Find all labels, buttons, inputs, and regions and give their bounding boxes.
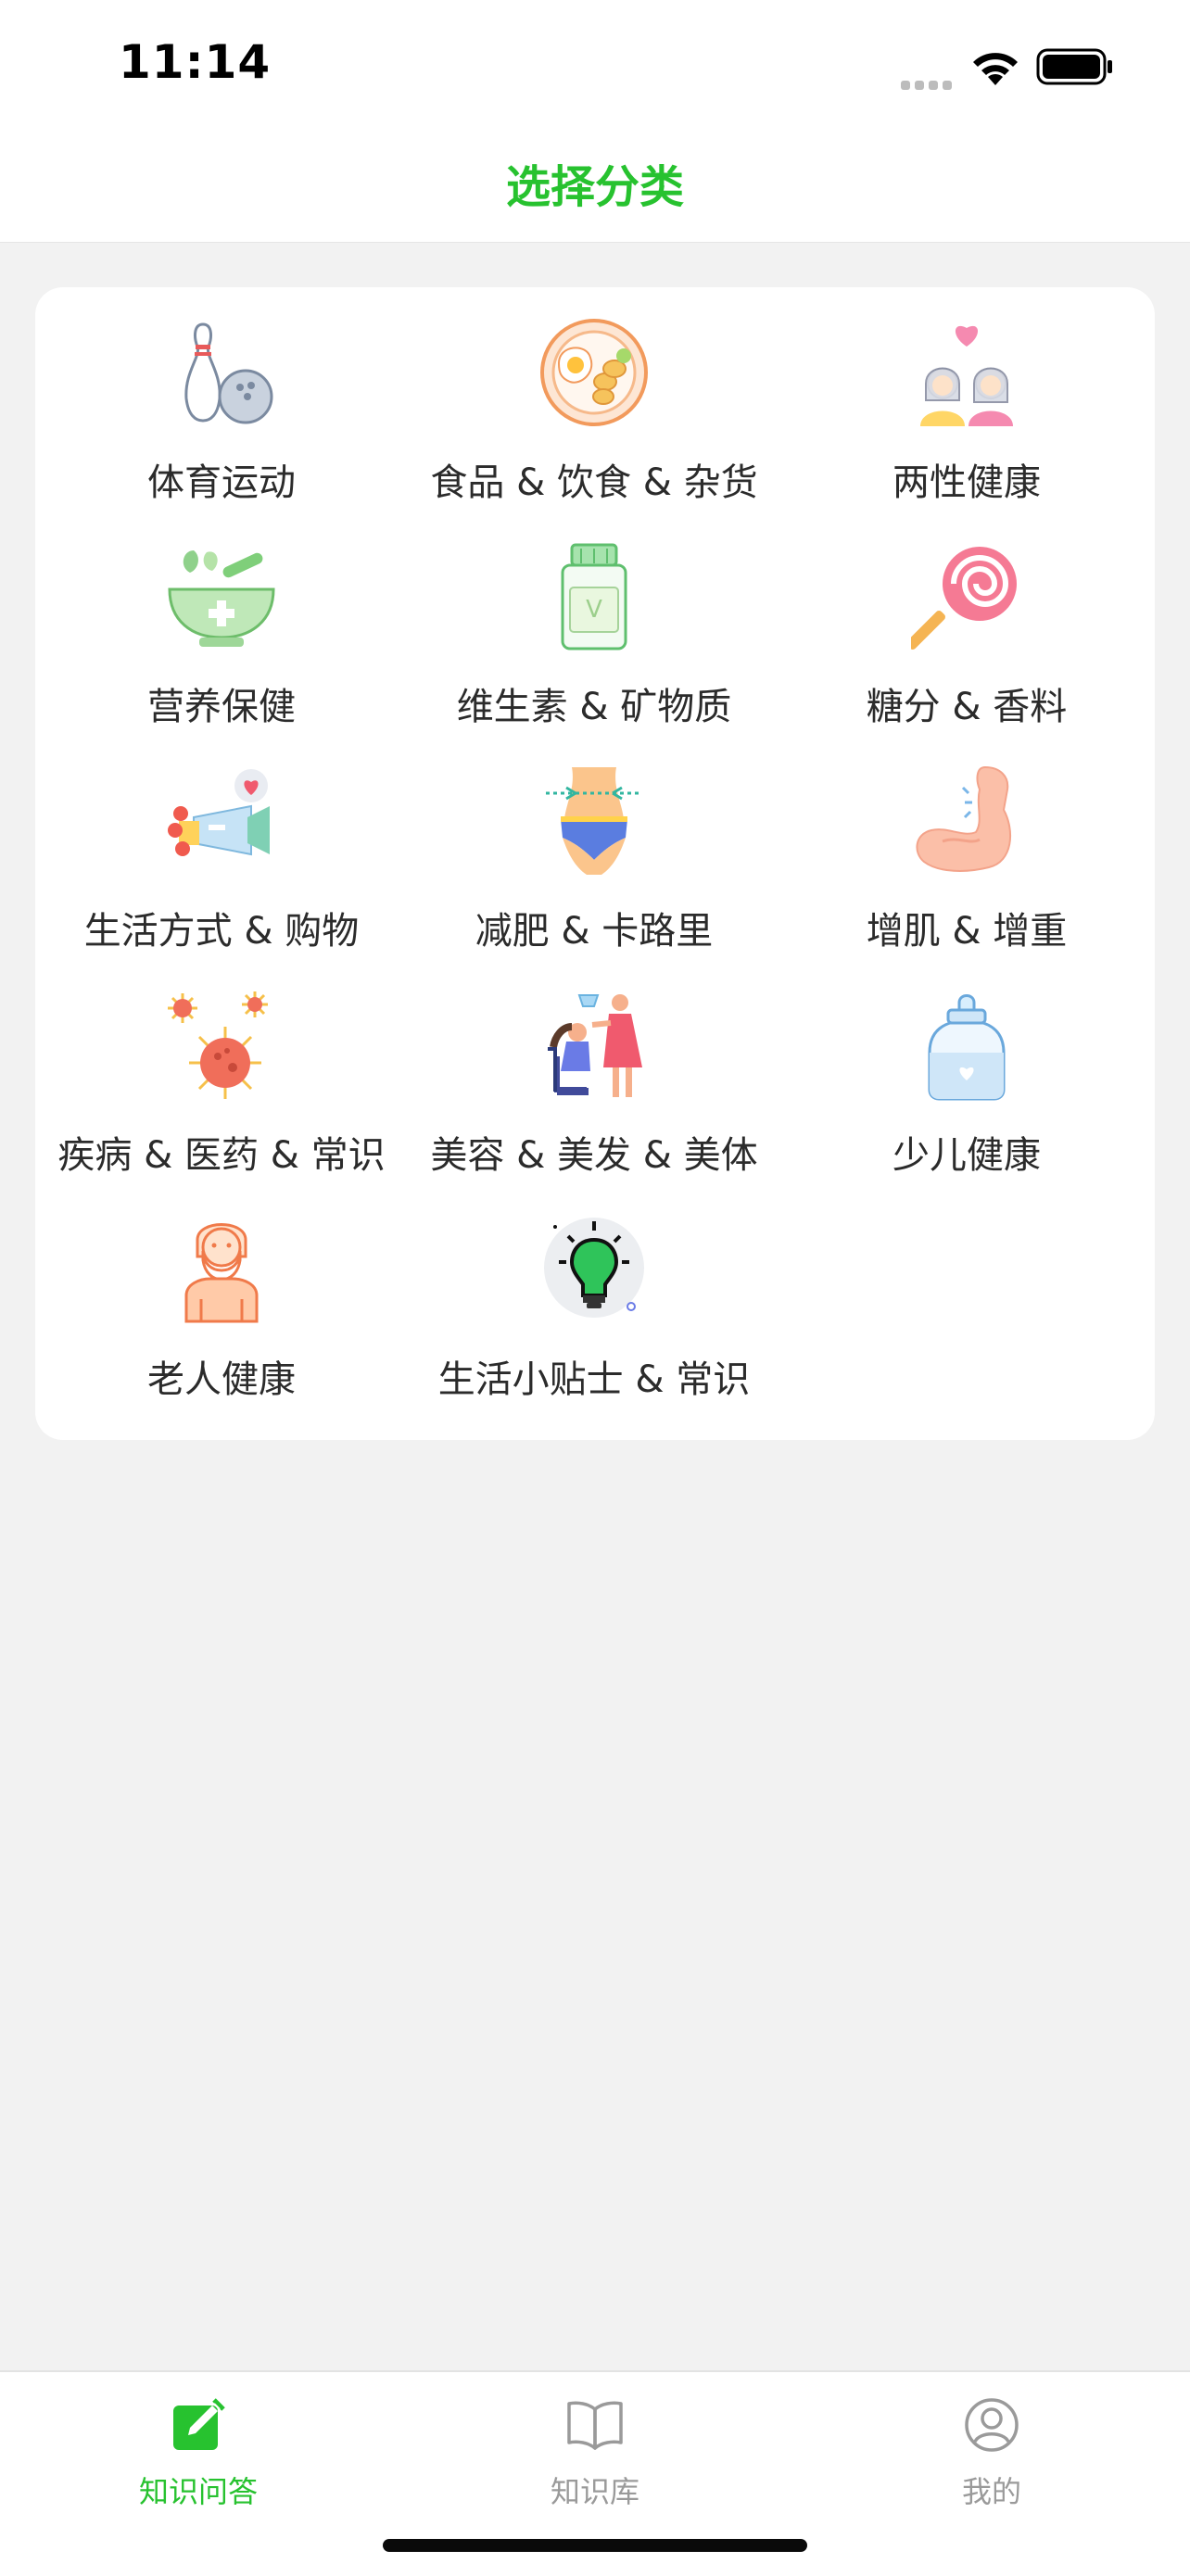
- couple-heart-icon: [911, 317, 1022, 428]
- category-children[interactable]: 少儿健康: [780, 960, 1153, 1179]
- status-time: 11:14: [119, 35, 272, 89]
- category-elderly[interactable]: 老人健康: [35, 1184, 408, 1403]
- cellular-signal-icon: [901, 72, 956, 90]
- lightbulb-icon: [538, 1214, 650, 1325]
- category-label: 老人健康: [147, 1358, 296, 1401]
- category-beauty[interactable]: 美容 & 美发 & 美体: [408, 960, 780, 1179]
- category-label: 糖分 & 香料: [866, 686, 1068, 728]
- breakfast-plate-icon: [538, 317, 650, 428]
- old-man-icon: [166, 1214, 277, 1325]
- svg-text:V: V: [586, 596, 602, 624]
- category-label: 两性健康: [892, 461, 1041, 504]
- baby-bottle-icon: [911, 990, 1022, 1101]
- muscle-arm-icon: [911, 765, 1022, 877]
- tab-label: 我的: [961, 2474, 1021, 2509]
- category-sugar-spice[interactable]: 糖分 & 香料: [780, 511, 1153, 730]
- virus-icon: [166, 990, 277, 1101]
- waist-measure-icon: [538, 765, 650, 877]
- tab-label: 知识问答: [138, 2474, 258, 2509]
- hair-salon-icon: [538, 990, 650, 1101]
- category-label: 食品 & 饮食 & 杂货: [430, 461, 758, 504]
- category-life-tips[interactable]: 生活小贴士 & 常识: [408, 1184, 780, 1403]
- category-lifestyle[interactable]: 生活方式 & 购物: [35, 736, 408, 954]
- category-label: 疾病 & 医药 & 常识: [57, 1134, 386, 1177]
- bowling-icon: [166, 317, 277, 428]
- category-label: 生活小贴士 & 常识: [437, 1358, 751, 1401]
- category-food[interactable]: 食品 & 饮食 & 杂货: [408, 287, 780, 506]
- lollipop-icon: [911, 541, 1022, 652]
- home-indicator[interactable]: [383, 2539, 807, 2552]
- category-sports[interactable]: 体育运动: [35, 287, 408, 506]
- tab-knowledge-base[interactable]: 知识库: [397, 2372, 793, 2530]
- category-disease[interactable]: 疾病 & 医药 & 常识: [35, 960, 408, 1179]
- category-label: 生活方式 & 购物: [83, 910, 360, 953]
- category-nutrition[interactable]: 营养保健: [35, 511, 408, 730]
- tab-label: 知识库: [550, 2474, 639, 2509]
- header-divider: [0, 242, 1190, 243]
- category-label: 营养保健: [147, 686, 296, 728]
- user-circle-icon: [965, 2398, 1019, 2452]
- category-label: 维生素 & 矿物质: [456, 686, 732, 728]
- edit-square-icon: [173, 2398, 225, 2450]
- category-label: 美容 & 美发 & 美体: [430, 1134, 758, 1177]
- category-weight-loss[interactable]: 减肥 & 卡路里: [408, 736, 780, 954]
- category-vitamins[interactable]: V 维生素 & 矿物质: [408, 511, 780, 730]
- category-label: 减肥 & 卡路里: [475, 910, 714, 953]
- category-label: 增肌 & 增重: [866, 910, 1068, 953]
- megaphone-gift-icon: [166, 765, 277, 877]
- tab-mine[interactable]: 我的: [793, 2372, 1190, 2530]
- vitamin-bottle-icon: V: [538, 541, 650, 652]
- page-title: 选择分类: [505, 161, 684, 213]
- wifi-icon: [973, 53, 1018, 85]
- open-book-icon: [567, 2401, 623, 2450]
- battery-icon: [1036, 48, 1112, 85]
- category-label: 体育运动: [147, 461, 296, 504]
- category-sexual-health[interactable]: 两性健康: [780, 287, 1153, 506]
- category-label: 少儿健康: [892, 1134, 1041, 1177]
- category-muscle-gain[interactable]: 增肌 & 增重: [780, 736, 1153, 954]
- tab-knowledge-qa[interactable]: 知识问答: [0, 2372, 397, 2530]
- mortar-herb-icon: [166, 541, 277, 652]
- top-header: 11:14 选择分类: [0, 0, 1190, 243]
- category-card: 体育运动 食品 & 饮食 & 杂货 两性健康 营养保健 V 维生素 & 矿物质 …: [35, 287, 1155, 1440]
